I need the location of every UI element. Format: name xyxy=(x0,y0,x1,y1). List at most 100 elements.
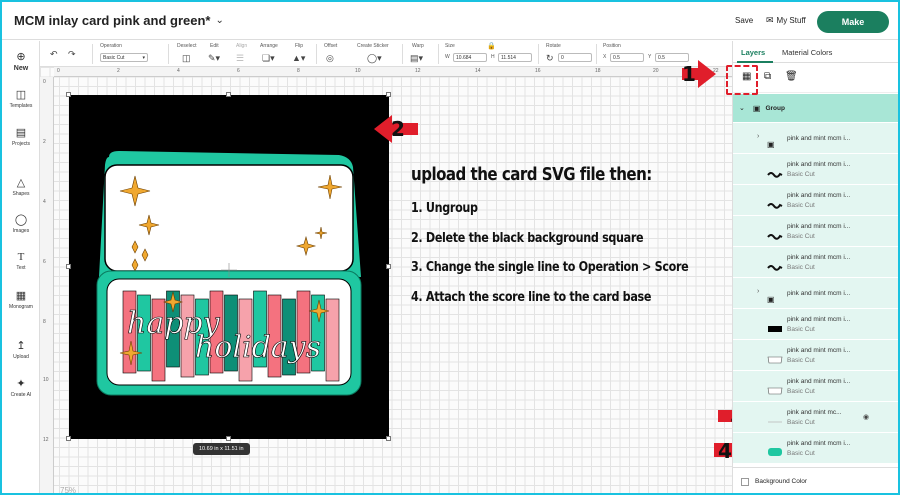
text-icon: T xyxy=(17,251,25,263)
sidebar-item-new[interactable]: ⊕ New xyxy=(2,50,40,72)
sidebar-item-label: Images xyxy=(12,228,30,234)
sidebar-item-text[interactable]: T Text xyxy=(2,251,40,271)
ruler-tick: 20 xyxy=(653,68,659,74)
layer-row[interactable]: pink and mint mcm i... Basic Cut xyxy=(733,433,898,464)
resize-handle[interactable] xyxy=(386,436,391,441)
sidebar-item-images[interactable]: ◯ Images xyxy=(2,213,40,234)
chevron-right-icon[interactable]: › xyxy=(757,133,759,140)
resize-handle[interactable] xyxy=(66,436,71,441)
zoom-level[interactable]: 75% xyxy=(60,486,76,493)
resize-handle[interactable] xyxy=(386,92,391,97)
flip-icon[interactable]: ▲▾ xyxy=(292,53,305,64)
shapes-icon: △ xyxy=(16,177,26,189)
ruler-tick: 16 xyxy=(535,68,541,74)
ruler-horizontal: 0 2 4 6 8 10 12 14 16 18 20 22 xyxy=(54,67,732,77)
tab-layers[interactable]: Layers xyxy=(741,48,765,57)
toolbar-divider xyxy=(316,44,317,64)
flip-label: Flip xyxy=(295,43,304,49)
layer-row[interactable]: pink and mint mcm i... Basic Cut xyxy=(733,309,898,340)
duplicate-icon[interactable]: ⧉ xyxy=(764,71,771,82)
toolbar-divider xyxy=(402,44,403,64)
eye-icon[interactable]: ◉ xyxy=(863,413,869,421)
ruler-tick: 10 xyxy=(355,68,361,74)
resize-handle[interactable] xyxy=(226,436,231,441)
layer-row[interactable]: pink and mint mcm i... Basic Cut xyxy=(733,371,898,402)
ruler-tick: 6 xyxy=(43,259,46,265)
warp-icon[interactable]: ▤▾ xyxy=(410,53,423,64)
sticker-icon[interactable]: ◯▾ xyxy=(367,53,382,64)
layer-name: pink and mint mcm i... xyxy=(787,378,851,385)
layer-row[interactable]: pink and mint mcm i... Basic Cut xyxy=(733,185,898,216)
lock-icon[interactable]: 🔒 xyxy=(487,42,496,50)
my-stuff-button[interactable]: ✉ My Stuff xyxy=(766,15,806,26)
layer-row[interactable]: › ▣ pink and mint mcm i... xyxy=(733,123,898,154)
x-label: X xyxy=(603,54,607,60)
layer-row[interactable]: › ▣ pink and mint mcm i... xyxy=(733,278,898,309)
sidebar-item-projects[interactable]: ▤ Projects xyxy=(2,126,40,147)
resize-handle[interactable] xyxy=(386,264,391,269)
chevron-down-icon[interactable]: ⌄ xyxy=(216,15,224,26)
save-button[interactable]: Save xyxy=(735,16,753,25)
chevron-down-icon[interactable]: ⌄ xyxy=(739,104,745,112)
layer-row[interactable]: pink and mint mcm i... Basic Cut xyxy=(733,216,898,247)
resize-handle[interactable] xyxy=(66,92,71,97)
tab-material-colors[interactable]: Material Colors xyxy=(782,48,832,57)
layer-thumbnail xyxy=(767,196,783,214)
layer-row[interactable]: pink and mint mcm i... Basic Cut xyxy=(733,340,898,371)
operation-select[interactable]: Basic Cut ▾ xyxy=(100,53,148,62)
sidebar-item-create-ai[interactable]: ✦ Create AI xyxy=(2,377,40,398)
card-design[interactable]: happy holidays xyxy=(69,95,389,439)
sidebar-item-monogram[interactable]: ▦ Monogram xyxy=(2,289,40,310)
redo-icon[interactable]: ↷ xyxy=(68,49,76,60)
sidebar-item-shapes[interactable]: △ Shapes xyxy=(2,176,40,197)
layer-row[interactable]: pink and mint mcm i... Basic Cut xyxy=(733,247,898,278)
group-label: Group xyxy=(765,104,785,112)
ruler-tick: 4 xyxy=(43,199,46,205)
layer-name: pink and mint mc... xyxy=(787,409,842,416)
resize-handle[interactable] xyxy=(226,92,231,97)
pencil-icon[interactable]: ✎▾ xyxy=(208,53,220,64)
layer-row[interactable]: pink and mint mc... Basic Cut ◉ xyxy=(733,402,898,433)
undo-icon[interactable]: ↶ xyxy=(50,49,58,60)
callout-number-4: 4 xyxy=(718,439,732,463)
width-input[interactable]: 10.684 xyxy=(453,53,487,62)
toolbar-divider xyxy=(168,44,169,64)
background-color-checkbox[interactable] xyxy=(741,478,749,486)
resize-handle[interactable] xyxy=(66,264,71,269)
layer-name: pink and mint mcm i... xyxy=(787,135,851,142)
trash-icon[interactable]: 🗑 xyxy=(785,71,798,82)
rotate-label: Rotate xyxy=(546,43,561,49)
chevron-right-icon[interactable]: › xyxy=(757,288,759,295)
upload-icon: ↥ xyxy=(16,340,26,352)
size-badge: 10.69 in x 11.51 in xyxy=(193,443,250,455)
layer-operation: Basic Cut xyxy=(787,388,815,395)
plus-icon: ⊕ xyxy=(16,51,26,63)
height-input[interactable]: 11.514 xyxy=(498,53,532,62)
layer-operation: Basic Cut xyxy=(787,171,815,178)
chevron-down-icon: ▾ xyxy=(142,55,145,61)
top-bar: MCM inlay card pink and green* ⌄ Save ✉ … xyxy=(2,2,898,40)
ruler-tick: 6 xyxy=(237,68,240,74)
rotate-input[interactable]: 0 xyxy=(558,53,592,62)
sidebar-item-upload[interactable]: ↥ Upload xyxy=(2,339,40,360)
instructions-overlay: upload the card SVG file then: 1. Ungrou… xyxy=(411,165,731,305)
layer-name: pink and mint mcm i... xyxy=(787,223,851,230)
position-label: Position xyxy=(603,43,621,49)
ruler-tick: 10 xyxy=(43,377,49,383)
left-sidebar: ⊕ New ◫ Templates ▤ Projects △ Shapes ◯ … xyxy=(2,41,40,493)
sidebar-item-templates[interactable]: ◫ Templates xyxy=(2,88,40,109)
background-color-row[interactable]: Background Color xyxy=(733,467,898,493)
x-input[interactable]: 0.5 xyxy=(610,53,644,62)
arrange-icon[interactable]: ❏▾ xyxy=(262,53,275,64)
project-title[interactable]: MCM inlay card pink and green* xyxy=(14,13,211,28)
offset-icon[interactable]: ◎ xyxy=(326,53,334,64)
monogram-icon: ▦ xyxy=(15,290,27,302)
ruler-tick: 12 xyxy=(43,437,49,443)
deselect-icon[interactable]: ◫ xyxy=(182,53,191,64)
lightbulb-icon: ◯ xyxy=(14,214,28,226)
sidebar-item-label: New xyxy=(13,65,29,72)
layer-group-row[interactable]: ⌄ ▣ Group xyxy=(733,94,898,122)
make-button[interactable]: Make xyxy=(817,11,889,33)
card-text-holidays: holidays xyxy=(195,330,321,365)
layer-row[interactable]: pink and mint mcm i... Basic Cut xyxy=(733,154,898,185)
